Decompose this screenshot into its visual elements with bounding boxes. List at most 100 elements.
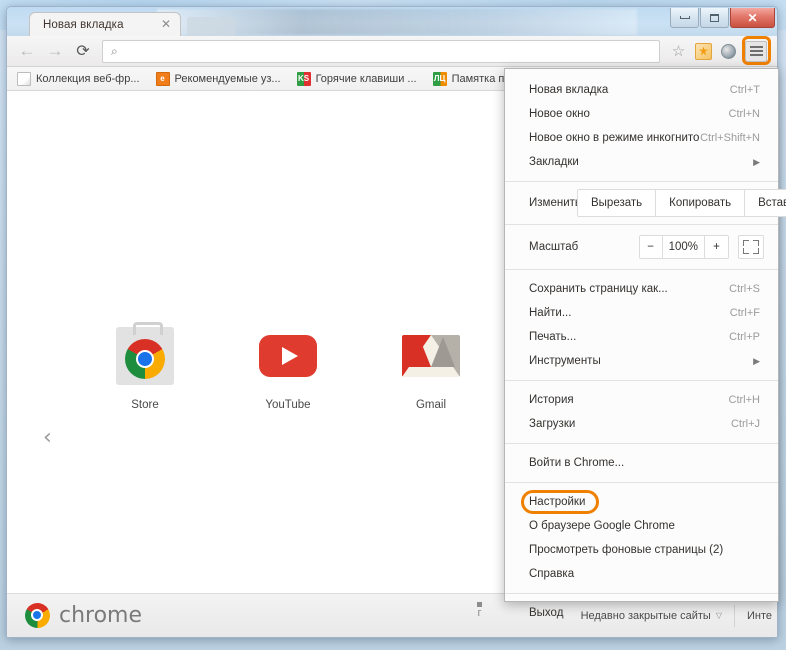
menu-item-label: Выход <box>529 607 563 619</box>
chevron-right-icon: ▶ <box>753 157 760 168</box>
tile-store[interactable]: Store <box>102 327 188 411</box>
menu-item-print[interactable]: Печать... Ctrl+P <box>505 325 778 349</box>
menu-item-tools[interactable]: Инструменты ▶ <box>505 349 778 373</box>
bookmark-star-icon[interactable]: ☆ <box>666 39 691 64</box>
tile-gmail[interactable]: Gmail <box>388 327 474 411</box>
close-icon: ✕ <box>747 13 757 23</box>
menu-separator <box>505 380 778 381</box>
youtube-icon <box>259 327 317 385</box>
menu-item-accelerator: Ctrl+F <box>730 307 760 319</box>
zoom-controls: − 100% + <box>639 235 764 259</box>
menu-item-label: Печать... <box>529 331 576 343</box>
menu-item-label: Настройки <box>529 496 585 508</box>
chrome-logo-icon <box>25 603 50 628</box>
browser-toolbar: ← → ⟳ ⌕ ☆ <box>7 36 777 67</box>
menu-item-accelerator: Ctrl+S <box>729 283 760 295</box>
back-button[interactable]: ← <box>13 37 41 65</box>
address-input[interactable] <box>124 45 659 57</box>
bookmark-item[interactable]: Коллекция веб-фр... <box>17 72 140 86</box>
zoom-level-value: 100% <box>663 235 705 259</box>
tile-youtube[interactable]: YouTube <box>245 327 331 411</box>
menu-item-about-chrome[interactable]: О браузере Google Chrome <box>505 514 778 538</box>
extension-button[interactable] <box>691 39 716 64</box>
paste-button[interactable]: Вставить <box>745 189 786 217</box>
menu-item-accelerator: Ctrl+T <box>730 84 760 96</box>
menu-separator <box>505 224 778 225</box>
hamburger-line <box>750 54 763 56</box>
menu-item-bookmarks[interactable]: Закладки ▶ <box>505 150 778 174</box>
minimize-icon <box>680 16 690 19</box>
bookmark-item[interactable]: e Рекомендуемые уз... <box>156 72 281 86</box>
gmail-icon <box>402 327 460 385</box>
chrome-logo-icon <box>125 339 165 379</box>
bookmark-label: Коллекция веб-фр... <box>36 73 140 85</box>
tab-close-icon[interactable]: ✕ <box>161 18 171 30</box>
menu-zoom-row: Масштаб − 100% + <box>505 232 778 262</box>
menu-item-accelerator: Ctrl+H <box>729 394 760 406</box>
menu-item-settings[interactable]: Настройки <box>505 490 778 514</box>
reload-button[interactable]: ⟳ <box>69 37 97 65</box>
maximize-icon <box>710 14 719 22</box>
menu-item-find[interactable]: Найти... Ctrl+F <box>505 301 778 325</box>
menu-button-wrapper <box>741 37 771 65</box>
maximize-button[interactable] <box>700 8 729 28</box>
menu-item-exit[interactable]: Выход <box>505 601 778 625</box>
search-icon: ⌕ <box>111 44 118 59</box>
menu-item-downloads[interactable]: Загрузки Ctrl+J <box>505 412 778 436</box>
tab-title: Новая вкладка <box>43 19 124 31</box>
forward-button[interactable]: → <box>41 37 69 65</box>
menu-item-label: Сохранить страницу как... <box>529 283 668 295</box>
minimize-button[interactable] <box>670 8 699 28</box>
close-window-button[interactable]: ✕ <box>730 8 775 28</box>
tab-strip: Новая вкладка ✕ <box>7 7 777 36</box>
bookmark-label: Рекомендуемые уз... <box>175 73 281 85</box>
previous-page-chevron-icon[interactable]: ‹ <box>43 425 52 450</box>
menu-item-label: Инструменты <box>529 355 601 367</box>
window-controls: ✕ <box>669 8 775 28</box>
menu-separator <box>505 181 778 182</box>
menu-item-new-window[interactable]: Новое окно Ctrl+N <box>505 102 778 126</box>
menu-item-sign-in-to-chrome[interactable]: Войти в Chrome... <box>505 451 778 475</box>
page-indicator: г <box>477 602 482 620</box>
chrome-main-menu: Новая вкладка Ctrl+T Новое окно Ctrl+N Н… <box>504 68 779 602</box>
new-tab-button[interactable] <box>187 17 235 36</box>
fullscreen-button[interactable] <box>738 235 764 259</box>
cut-button[interactable]: Вырезать <box>577 189 656 217</box>
gmail-m-right <box>431 337 455 367</box>
menu-edit-row: Изменить Вырезать Копировать Вставить <box>505 189 778 217</box>
profile-button[interactable] <box>716 39 741 64</box>
chevron-right-icon: ▶ <box>753 356 760 367</box>
menu-separator <box>505 482 778 483</box>
menu-item-label: Новая вкладка <box>529 84 608 96</box>
copy-button[interactable]: Копировать <box>656 189 745 217</box>
profile-avatar-icon <box>721 44 736 59</box>
fullscreen-icon <box>743 240 749 246</box>
chrome-menu-button[interactable] <box>745 41 767 62</box>
zoom-label: Масштаб <box>529 241 578 253</box>
tile-label: YouTube <box>265 399 310 411</box>
zoom-out-button[interactable]: − <box>639 235 663 259</box>
menu-separator <box>505 593 778 594</box>
menu-item-new-tab[interactable]: Новая вкладка Ctrl+T <box>505 78 778 102</box>
browser-tab[interactable]: Новая вкладка ✕ <box>29 12 181 36</box>
settings-item-wrapper: Настройки <box>505 490 778 514</box>
omnibox[interactable]: ⌕ <box>102 40 660 63</box>
menu-item-history[interactable]: История Ctrl+H <box>505 388 778 412</box>
youtube-play-button <box>259 335 317 377</box>
fullscreen-icon <box>753 248 759 254</box>
bookmark-item[interactable]: KS Горячие клавиши ... <box>297 72 417 86</box>
menu-item-new-incognito-window[interactable]: Новое окно в режиме инкогнито Ctrl+Shift… <box>505 126 778 150</box>
tile-label: Store <box>131 399 159 411</box>
fullscreen-icon <box>753 240 759 246</box>
bookmark-favicon: e <box>156 72 170 86</box>
menu-item-save-page-as[interactable]: Сохранить страницу как... Ctrl+S <box>505 277 778 301</box>
hamburger-line <box>750 46 763 48</box>
menu-item-accelerator: Ctrl+P <box>729 331 760 343</box>
bookmark-label: Горячие клавиши ... <box>316 73 417 85</box>
menu-item-background-pages[interactable]: Просмотреть фоновые страницы (2) <box>505 538 778 562</box>
gmail-m-left <box>407 337 431 367</box>
menu-item-help[interactable]: Справка <box>505 562 778 586</box>
zoom-in-button[interactable]: + <box>705 235 729 259</box>
edit-label: Изменить <box>529 197 581 209</box>
page-indicator-letter: г <box>477 607 482 620</box>
